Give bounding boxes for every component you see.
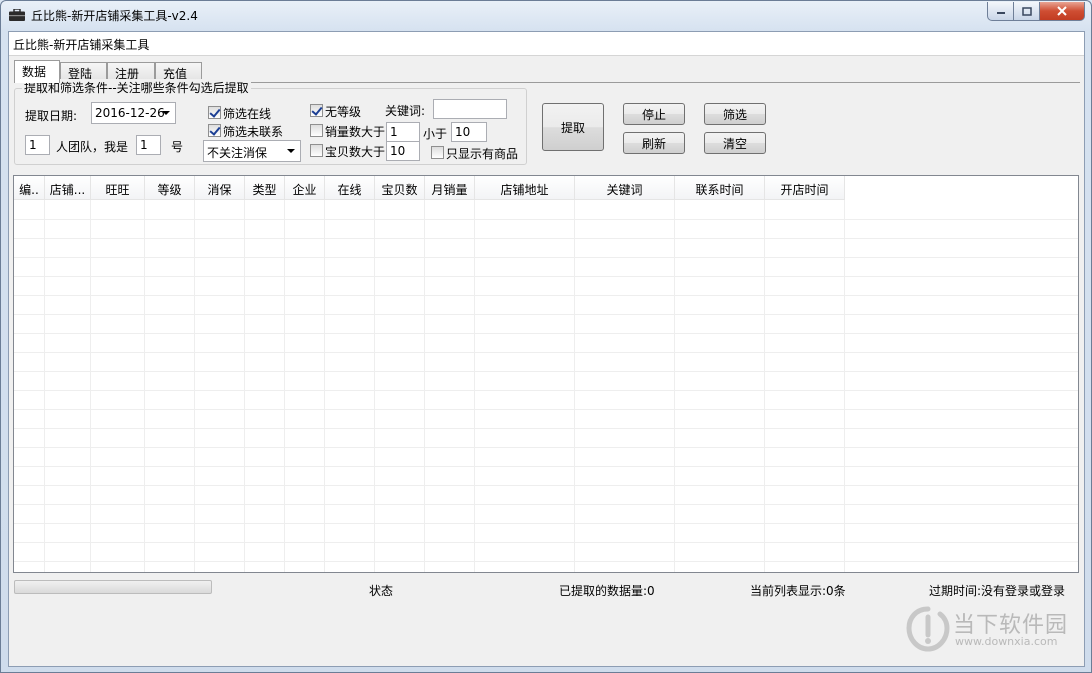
- uncontacted-label: 筛选未联系: [223, 125, 284, 139]
- consumer-protection-value: 不关注消保: [207, 146, 268, 160]
- table-grid: [14, 200, 1078, 572]
- status-extracted: 已提取的数据量:0: [559, 584, 655, 598]
- date-value: 2016-12-26: [95, 106, 165, 120]
- window-title: 丘比熊-新开店铺采集工具-v2.4: [31, 9, 198, 23]
- minimize-icon: [996, 12, 1005, 14]
- client-area: 丘比熊-新开店铺采集工具 数据 登陆 注册 充值 提取和筛选条件--关注哪些条件…: [8, 31, 1085, 667]
- sales-gt-label: 销量数大于: [325, 125, 386, 139]
- app-window: 丘比熊-新开店铺采集工具-v2.4 丘比熊-新开店铺采集工具 数据 登陆 注册 …: [0, 0, 1092, 673]
- progress-bar: [14, 580, 212, 594]
- team-label: 人团队，我是: [56, 140, 129, 154]
- toolbox-icon: [9, 9, 25, 21]
- my-number-input[interactable]: 1: [136, 135, 161, 155]
- column-header[interactable]: 旺旺: [91, 176, 145, 200]
- stop-button[interactable]: 停止: [623, 103, 685, 125]
- maximize-button[interactable]: [1014, 2, 1040, 21]
- number-suffix: 号: [171, 140, 184, 154]
- watermark-logo-icon: [906, 606, 950, 652]
- items-gt-checkbox[interactable]: [310, 144, 323, 157]
- column-header[interactable]: 月销量: [425, 176, 475, 200]
- column-header[interactable]: 企业: [285, 176, 325, 200]
- consumer-protection-select[interactable]: 不关注消保: [203, 140, 301, 162]
- data-table[interactable]: 编.. 店铺... 旺旺 等级 消保 类型 企业 在线 宝贝数 月销量 店铺地址…: [13, 175, 1079, 573]
- status-expiry: 过期时间:没有登录或登录: [929, 584, 1066, 598]
- status-bar: 状态 已提取的数据量:0 当前列表显示:0条 过期时间:没有登录或登录: [9, 572, 1084, 602]
- column-header[interactable]: 消保: [195, 176, 245, 200]
- online-checkbox[interactable]: [208, 106, 221, 119]
- only-goods-checkbox[interactable]: [431, 146, 444, 159]
- extract-button[interactable]: 提取: [542, 103, 604, 151]
- sales-lt-label: 小于: [423, 127, 448, 141]
- items-gt-label: 宝贝数大于: [325, 145, 386, 159]
- minimize-button[interactable]: [987, 2, 1014, 21]
- column-header[interactable]: 店铺地址: [475, 176, 575, 200]
- column-header[interactable]: 关键词: [575, 176, 675, 200]
- online-label: 筛选在线: [223, 107, 272, 121]
- tab-data[interactable]: 数据: [14, 60, 60, 83]
- column-header[interactable]: 编..: [14, 176, 45, 200]
- column-header[interactable]: 联系时间: [675, 176, 765, 200]
- watermark: 当下软件园 www.downxia.com: [906, 605, 1076, 655]
- only-goods-label: 只显示有商品: [446, 147, 519, 161]
- caption-bar: 丘比熊-新开店铺采集工具: [9, 32, 1084, 56]
- column-header[interactable]: 宝贝数: [375, 176, 425, 200]
- keyword-input[interactable]: [433, 99, 507, 119]
- sales-gt-checkbox[interactable]: [310, 124, 323, 137]
- no-level-label: 无等级: [325, 105, 362, 119]
- status-state: 状态: [369, 584, 394, 598]
- caption-text: 丘比熊-新开店铺采集工具: [13, 38, 150, 52]
- table-header: 编.. 店铺... 旺旺 等级 消保 类型 企业 在线 宝贝数 月销量 店铺地址…: [14, 176, 845, 200]
- chevron-down-icon: [287, 149, 295, 153]
- column-header[interactable]: 开店时间: [765, 176, 845, 200]
- keyword-label: 关键词:: [385, 104, 426, 118]
- chevron-down-icon: [162, 111, 170, 115]
- watermark-url: www.downxia.com: [955, 635, 1058, 648]
- column-header[interactable]: 等级: [145, 176, 195, 200]
- column-header[interactable]: 类型: [245, 176, 285, 200]
- filter-button[interactable]: 筛选: [704, 103, 766, 125]
- date-picker[interactable]: 2016-12-26: [91, 102, 176, 124]
- sales-gt-input[interactable]: 1: [386, 122, 420, 142]
- clear-button[interactable]: 清空: [704, 132, 766, 154]
- title-bar[interactable]: 丘比熊-新开店铺采集工具-v2.4: [1, 1, 1091, 29]
- close-icon: [1057, 6, 1067, 16]
- items-gt-input[interactable]: 10: [386, 141, 420, 161]
- date-label: 提取日期:: [25, 109, 78, 123]
- uncontacted-checkbox[interactable]: [208, 124, 221, 137]
- maximize-icon: [1021, 6, 1032, 16]
- refresh-button[interactable]: 刷新: [623, 132, 685, 154]
- team-count-input[interactable]: 1: [25, 135, 50, 155]
- status-displayed: 当前列表显示:0条: [750, 584, 846, 598]
- close-button[interactable]: [1040, 2, 1085, 21]
- column-header[interactable]: 在线: [325, 176, 375, 200]
- sales-lt-input[interactable]: 10: [451, 122, 487, 142]
- no-level-checkbox[interactable]: [310, 104, 323, 117]
- column-header[interactable]: 店铺...: [45, 176, 91, 200]
